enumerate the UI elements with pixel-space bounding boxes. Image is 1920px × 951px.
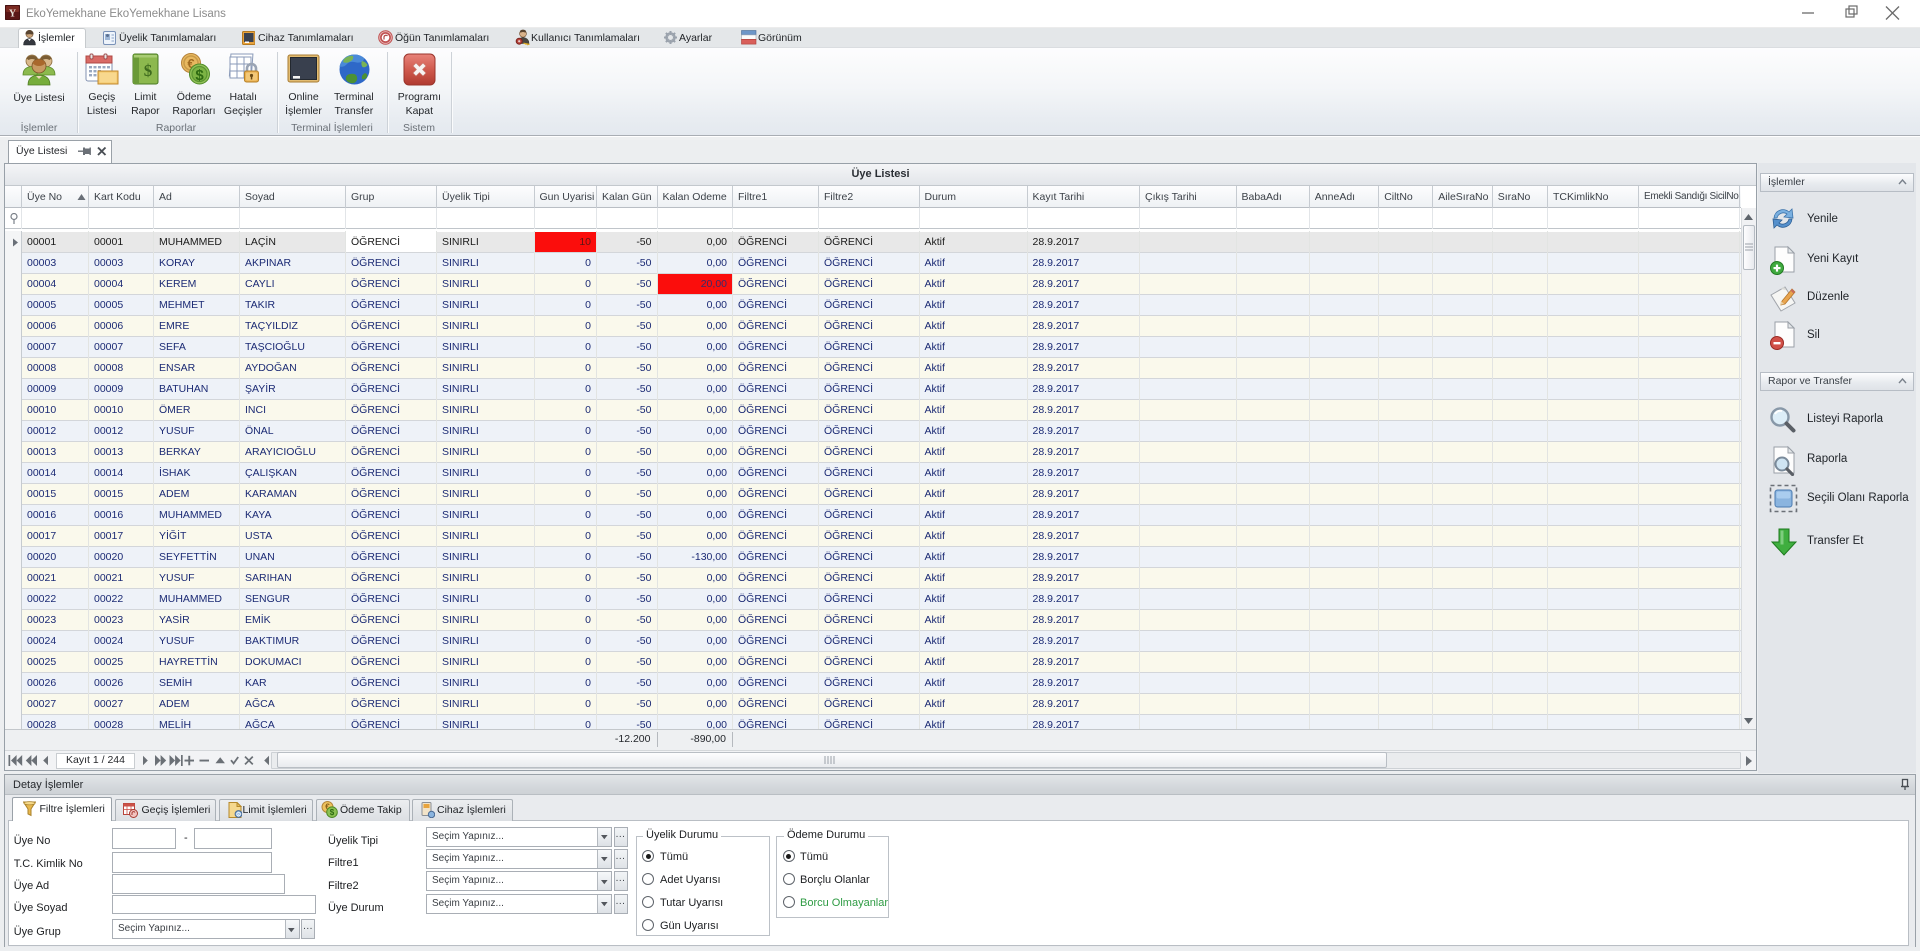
svg-text:$: $ xyxy=(330,808,335,817)
svg-text:$: $ xyxy=(195,67,204,84)
svg-text:⚙: ⚙ xyxy=(236,811,242,819)
svg-text:Y: Y xyxy=(9,9,17,20)
svg-text:$: $ xyxy=(144,61,153,80)
